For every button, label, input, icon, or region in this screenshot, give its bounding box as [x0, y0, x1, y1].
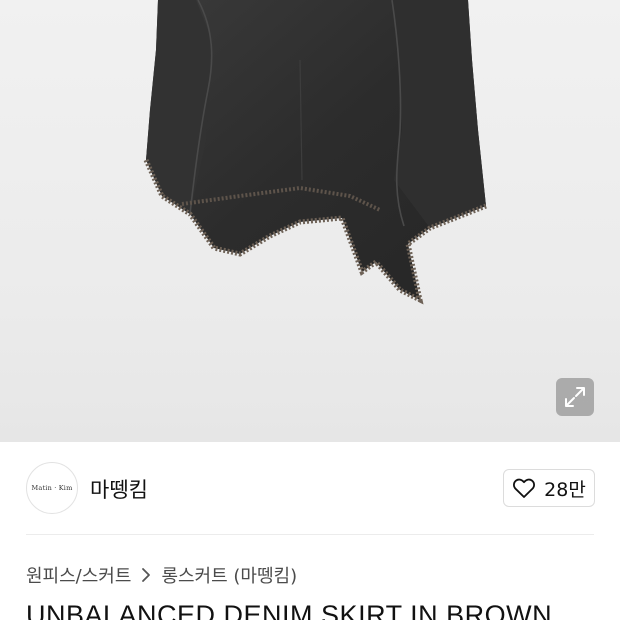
expand-image-button[interactable] [556, 378, 594, 416]
breadcrumb-item-category[interactable]: 원피스/스커트 [26, 562, 131, 588]
brand-row: Matin · Kim 마뗑킴 28만 [0, 442, 620, 534]
product-image [143, 0, 487, 305]
like-count: 28만 [544, 478, 586, 501]
like-button[interactable]: 28만 [503, 469, 595, 507]
expand-arrows-icon [565, 387, 585, 407]
product-title: UNBALANCED DENIM SKIRT IN BROWN [26, 600, 553, 620]
heart-outline-icon [513, 478, 536, 498]
product-image-area[interactable] [0, 0, 620, 442]
divider [26, 534, 594, 535]
brand-logo[interactable]: Matin · Kim [26, 462, 78, 514]
breadcrumb-item-subcategory[interactable]: 롱스커트 (마뗑킴) [161, 562, 297, 588]
brand-logo-text: Matin · Kim [31, 484, 73, 492]
brand-name[interactable]: 마뗑킴 [90, 474, 148, 504]
chevron-right-icon [141, 567, 151, 583]
breadcrumb: 원피스/스커트 롱스커트 (마뗑킴) [26, 562, 297, 588]
